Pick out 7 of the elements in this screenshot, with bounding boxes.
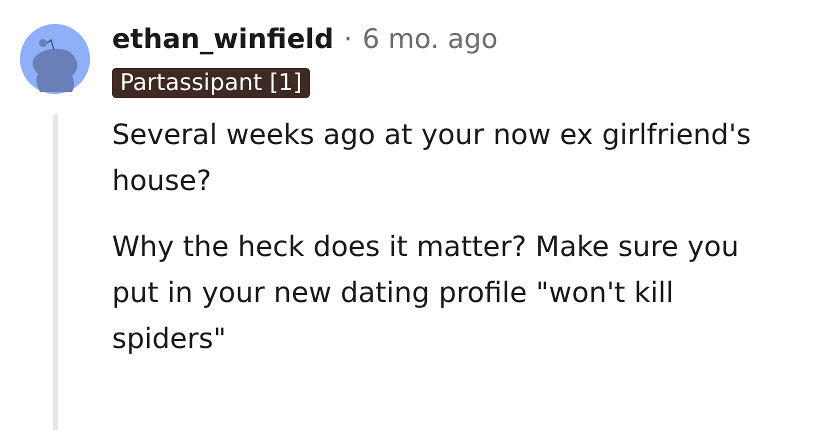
comment-paragraph: Several weeks ago at your now ex girlfriend's house?	[112, 117, 752, 199]
user-flair: Partassipant [1]	[112, 68, 310, 98]
avatar-icon[interactable]	[20, 24, 90, 94]
username[interactable]: ethan_winfield	[112, 24, 334, 55]
separator-dot: ·	[344, 24, 352, 55]
comment-paragraph: Why the heck does it matter? Make sure you put in your new dating profile "won't kill spiders"	[112, 229, 740, 357]
timestamp: 6 mo. ago	[362, 24, 498, 55]
